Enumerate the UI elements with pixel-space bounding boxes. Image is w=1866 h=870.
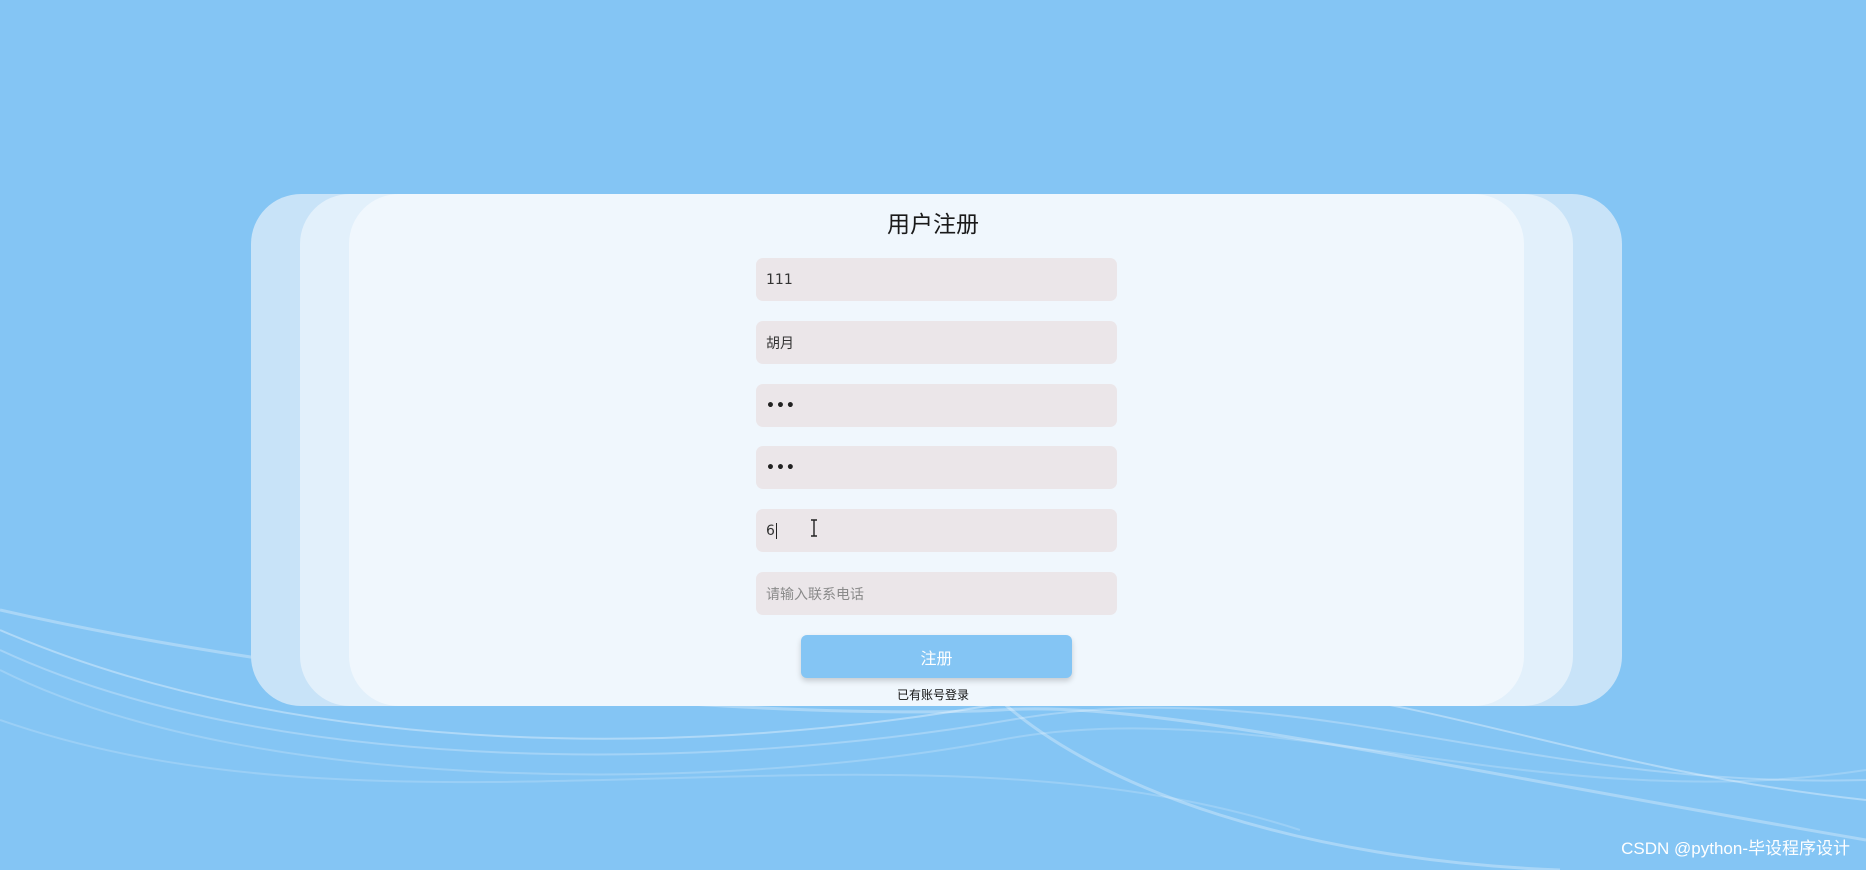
text-cursor-icon [811, 519, 817, 537]
password-input[interactable]: ••• [756, 384, 1117, 427]
confirm-password-input[interactable]: ••• [756, 446, 1117, 489]
username-input[interactable]: 111 [756, 258, 1117, 301]
active-input-value: 6 [766, 522, 775, 539]
text-caret [775, 522, 777, 539]
real-name-value: 胡月 [766, 335, 794, 352]
page-title: 用户注册 [887, 212, 979, 238]
register-button[interactable]: 注册 [801, 635, 1072, 678]
login-link[interactable]: 已有账号登录 [0, 686, 1866, 704]
page: 用户注册 111 胡月 ••• ••• 6 请输入联系电话 注册 已有账号登录 … [0, 0, 1866, 870]
phone-placeholder: 请输入联系电话 [766, 586, 864, 603]
real-name-input[interactable]: 胡月 [756, 321, 1117, 364]
username-value: 111 [766, 271, 793, 288]
confirm-password-value: ••• [766, 459, 796, 476]
password-value: ••• [766, 397, 796, 414]
phone-input[interactable]: 请输入联系电话 [756, 572, 1117, 615]
watermark: CSDN @python-毕设程序设计 [1621, 839, 1850, 858]
